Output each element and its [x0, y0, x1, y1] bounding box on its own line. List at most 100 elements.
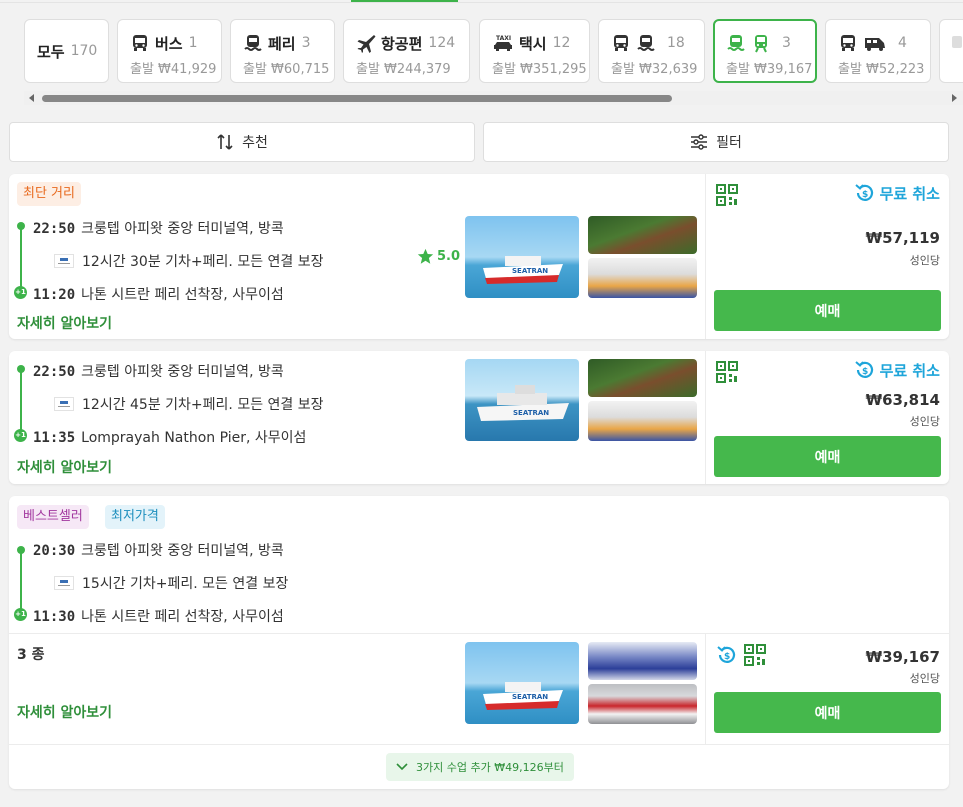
tab-taxi-label: 택시: [519, 34, 547, 53]
qr-ticket-icon: [744, 644, 766, 670]
train-interior-photo[interactable]: [588, 401, 697, 441]
tab-more[interactable]: [939, 19, 963, 83]
timeline-line: [20, 371, 22, 436]
tab-ferry-train-price: 출발 ₩39,167: [726, 62, 813, 77]
trip-info: 15시간 기차+페리. 모든 연결 보장: [54, 573, 288, 593]
svg-text:SEATRAN: SEATRAN: [512, 693, 548, 701]
dots-icon: [952, 32, 963, 52]
sort-icon: [217, 134, 233, 150]
tab-all[interactable]: 모두 170: [24, 19, 109, 83]
bus-icon: [130, 33, 150, 53]
free-cancellation[interactable]: $ 무료 취소: [854, 182, 940, 204]
svg-text:TAXI: TAXI: [496, 35, 511, 42]
departure-time: 22:50: [33, 221, 76, 237]
tab-ferry-train[interactable]: 3 출발 ₩39,167: [713, 19, 817, 83]
result-card-itinerary: 최단 거리 +1 22:50 크룽텝 아피왓 중앙 터미널역, 방콕 12시간 3…: [9, 174, 705, 339]
refund-icon: $: [854, 361, 873, 378]
day-offset-badge: +1: [14, 286, 27, 299]
arrival-stop: 11:35 Lomprayah Nathon Pier, 사무이섬: [33, 427, 306, 447]
trip-info-text: 12시간 45분 기차+페리. 모든 연결 보장: [82, 397, 324, 413]
departure-time: 20:30: [33, 543, 76, 559]
free-cancellation[interactable]: $ 무료 취소: [854, 359, 940, 381]
svg-text:$: $: [724, 652, 730, 662]
departure-place: 크룽텝 아피왓 중앙 터미널역, 방콕: [81, 543, 284, 559]
price-per-adult: 성인당: [909, 672, 940, 685]
sort-button[interactable]: 추천: [9, 122, 475, 162]
filter-icon: [691, 134, 708, 150]
svg-text:SEATRAN: SEATRAN: [512, 267, 548, 275]
train-seats-photo[interactable]: [588, 642, 697, 680]
plane-icon: [356, 33, 376, 53]
badge-bestseller: 베스트셀러: [17, 505, 89, 529]
departure-place: 크룽텝 아피왓 중앙 터미널역, 방콕: [81, 221, 284, 237]
ferry-photo[interactable]: SEATRAN: [465, 359, 579, 441]
arrival-place: 나톤 시트란 페리 선착장, 사무이섬: [81, 287, 284, 303]
arrival-place: Lomprayah Nathon Pier, 사무이섬: [81, 430, 307, 446]
result-card: +1 22:50 크룽텝 아피왓 중앙 터미널역, 방콕 12시간 45분 기차+…: [9, 351, 949, 484]
departure-place: 크룽텝 아피왓 중앙 터미널역, 방콕: [81, 364, 284, 380]
details-link[interactable]: 자세히 알아보기: [17, 313, 112, 333]
result-card: 베스트셀러 최저가격 +1 20:30 크룽텝 아피왓 중앙 터미널역, 방콕 1…: [9, 496, 949, 789]
tab-bus-ferry-price: 출발 ₩32,639: [611, 62, 698, 77]
price: ₩39,167: [865, 648, 940, 666]
operator-logo: [54, 254, 74, 268]
tab-flights-label: 항공편: [381, 34, 423, 53]
result-card: 최단 거리 +1 22:50 크룽텝 아피왓 중앙 터미널역, 방콕 12시간 3…: [9, 174, 949, 339]
train-icon: [751, 33, 771, 53]
book-button[interactable]: 예매: [714, 436, 941, 477]
filter-button[interactable]: 필터: [483, 122, 949, 162]
free-cancel-label: 무료 취소: [879, 184, 940, 203]
result-card-booking: $ 무료 취소 ₩63,814 성인당 예매: [705, 351, 949, 484]
red-train-photo[interactable]: [588, 684, 697, 724]
tabs-scrollbar[interactable]: [24, 91, 963, 105]
day-offset-badge: +1: [14, 429, 27, 442]
price-per-adult: 성인당: [909, 254, 940, 267]
timeline-departure-dot: [17, 365, 25, 373]
badge-lowest-price: 최저가격: [105, 505, 165, 529]
arrival-time: 11:20: [33, 287, 76, 303]
scroll-left-arrow-icon[interactable]: [29, 94, 34, 102]
arrival-time: 11:30: [33, 609, 76, 625]
ferry-photo[interactable]: SEATRAN: [465, 216, 579, 298]
train-interior-photo[interactable]: [588, 258, 697, 298]
tab-ferry[interactable]: 페리 3 출발 ₩60,715: [230, 19, 335, 83]
ferry-photo[interactable]: SEATRAN: [465, 642, 579, 724]
details-link[interactable]: 자세히 알아보기: [17, 457, 112, 477]
tab-flights-count: 124: [428, 35, 456, 51]
ferry-icon: [243, 33, 263, 53]
price: ₩63,814: [865, 391, 940, 409]
tab-bus-price: 출발 ₩41,929: [130, 62, 217, 77]
book-button[interactable]: 예매: [714, 692, 941, 733]
svg-text:$: $: [862, 367, 868, 377]
details-link[interactable]: 자세히 알아보기: [17, 702, 112, 722]
train-exterior-photo[interactable]: [588, 359, 697, 397]
scrollbar-thumb[interactable]: [42, 95, 672, 102]
transport-mode-tabs: 모두 170 버스 1 출발 ₩41,929 페리 3 출발 ₩60,715 항…: [24, 19, 963, 83]
departure-stop: 22:50 크룽텝 아피왓 중앙 터미널역, 방콕: [33, 218, 284, 238]
train-exterior-photo[interactable]: [588, 216, 697, 254]
operator-logo: [54, 576, 74, 590]
tab-bus-van[interactable]: 4 출발 ₩52,223: [825, 19, 931, 83]
tab-bus-van-count: 4: [898, 35, 907, 51]
bus-icon: [611, 33, 631, 53]
book-button[interactable]: 예매: [714, 290, 941, 331]
qr-ticket-icon: [716, 361, 738, 387]
scroll-right-arrow-icon[interactable]: [952, 94, 957, 102]
tab-all-label: 모두: [37, 42, 65, 61]
more-classes-button[interactable]: 3가지 수업 추가 ₩49,126부터: [386, 753, 574, 781]
timeline-departure-dot: [17, 546, 25, 554]
van-icon: [863, 33, 887, 53]
tab-bus-ferry[interactable]: 18 출발 ₩32,639: [598, 19, 705, 83]
tab-flights[interactable]: 항공편 124 출발 ₩244,379: [343, 19, 470, 83]
tab-bus[interactable]: 버스 1 출발 ₩41,929: [117, 19, 222, 83]
tab-all-count: 170: [70, 43, 98, 59]
trip-info-text: 12시간 30분 기차+페리. 모든 연결 보장: [82, 254, 324, 270]
ferry-icon: [726, 33, 746, 53]
tab-taxi[interactable]: TAXI 택시 12 출발 ₩351,295: [479, 19, 590, 83]
more-classes-label: 3가지 수업 추가 ₩49,126부터: [416, 761, 564, 774]
tab-bus-label: 버스: [155, 34, 183, 53]
filter-label: 필터: [716, 135, 742, 151]
svg-text:$: $: [862, 190, 868, 200]
taxi-icon: TAXI: [492, 33, 514, 53]
trip-info-text: 15시간 기차+페리. 모든 연결 보장: [82, 576, 289, 592]
